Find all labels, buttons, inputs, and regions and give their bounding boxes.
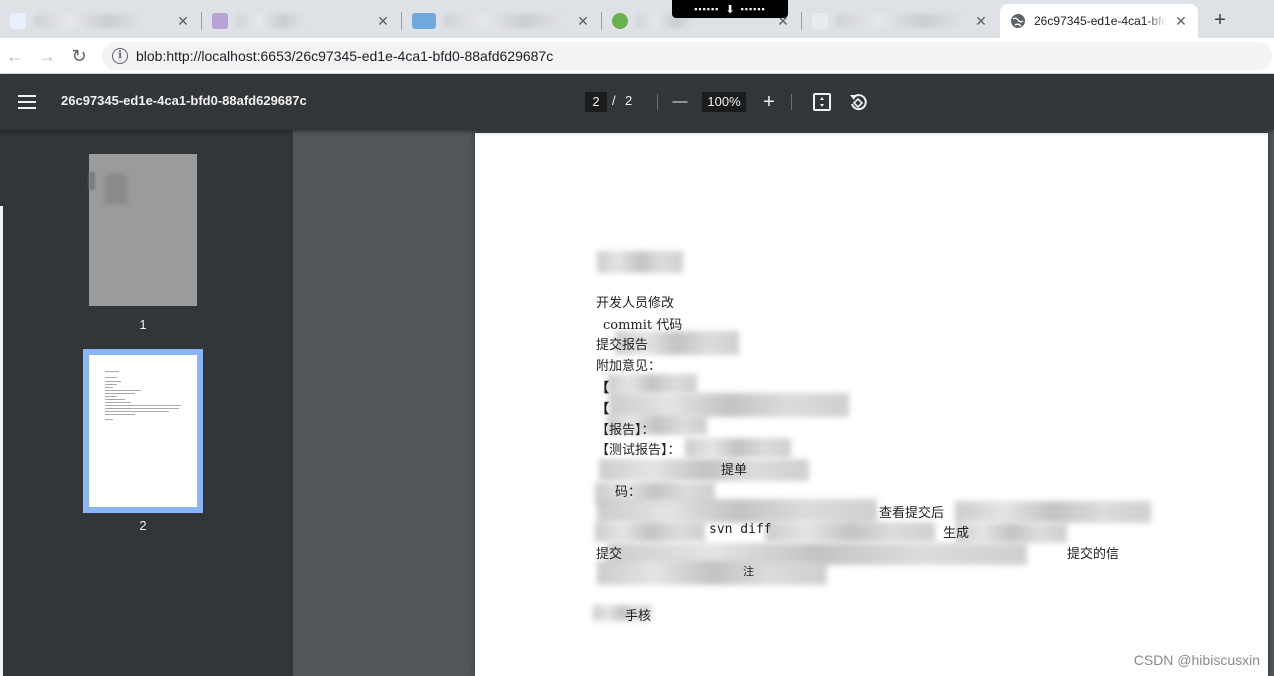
tab-favicon-icon bbox=[412, 13, 436, 29]
tab-title-redacted bbox=[236, 14, 306, 28]
redacted-region bbox=[955, 501, 1151, 523]
watermark: CSDN @hibiscusxin bbox=[1133, 652, 1260, 668]
page-separator: / bbox=[612, 93, 616, 108]
pdf-toolbar: 26c97345-ed1e-4ca1-bfd0-88afd629687c 2 /… bbox=[0, 74, 1274, 130]
doc-line: commit 代码 bbox=[603, 318, 683, 333]
tab-favicon-icon bbox=[10, 13, 26, 29]
tab-3[interactable]: ✕ bbox=[402, 4, 600, 38]
tab-title-redacted bbox=[836, 14, 966, 28]
page-number-input[interactable]: 2 bbox=[585, 92, 607, 112]
menu-icon[interactable] bbox=[18, 95, 36, 109]
doc-line: 【测试报告】： bbox=[596, 443, 681, 458]
doc-line: 【 bbox=[596, 381, 610, 396]
thumbnail-content bbox=[105, 174, 127, 204]
tab-favicon-icon bbox=[612, 13, 628, 29]
doc-line: 【 bbox=[596, 402, 610, 417]
zoom-in-icon[interactable]: + bbox=[756, 88, 782, 116]
redacted-region bbox=[597, 251, 683, 273]
download-icon: ⬇ bbox=[725, 3, 735, 16]
document-title: 26c97345-ed1e-4ca1-bfd0-88afd629687c bbox=[61, 93, 307, 108]
rotate-icon[interactable] bbox=[848, 92, 868, 112]
toolbar-divider bbox=[657, 94, 658, 110]
doc-line: 附加意见： bbox=[596, 359, 662, 374]
pdf-page-2[interactable]: 开发人员修改 commit 代码 提交报告 附加意见： 【 【 【报告】： 【测… bbox=[475, 133, 1268, 676]
browser-toolbar: ← → ↻ i blob:http://localhost:6653/26c97… bbox=[0, 38, 1274, 74]
thumbnail-content bbox=[89, 172, 95, 190]
new-tab-button[interactable]: + bbox=[1208, 8, 1232, 32]
globe-icon bbox=[1011, 14, 1025, 28]
tab-title-redacted bbox=[34, 14, 144, 28]
close-icon[interactable]: ✕ bbox=[574, 12, 592, 30]
page-thumbnail-2[interactable] bbox=[89, 355, 197, 507]
doc-line: 提交 bbox=[596, 547, 623, 562]
redacted-region bbox=[595, 522, 705, 542]
toolbar-divider bbox=[791, 94, 792, 110]
overlay-dots: ▪▪▪▪▪▪ bbox=[740, 4, 766, 14]
tab-favicon-icon bbox=[212, 13, 228, 29]
doc-line: svn diff bbox=[709, 522, 772, 537]
tab-favicon-icon bbox=[812, 13, 828, 29]
redacted-region bbox=[599, 459, 809, 481]
download-overlay[interactable]: ▪▪▪▪▪▪ ⬇ ▪▪▪▪▪▪ bbox=[672, 0, 788, 18]
forward-arrow-icon[interactable]: → bbox=[34, 43, 60, 69]
tab-title-redacted bbox=[444, 14, 564, 28]
reload-icon[interactable]: ↻ bbox=[66, 43, 92, 69]
redacted-region bbox=[765, 522, 935, 542]
close-icon[interactable]: ✕ bbox=[1172, 12, 1190, 30]
zoom-out-icon[interactable]: — bbox=[667, 88, 693, 116]
back-arrow-icon[interactable]: ← bbox=[2, 43, 28, 69]
fit-page-icon[interactable] bbox=[813, 93, 831, 111]
tab-5[interactable]: ✕ bbox=[802, 4, 998, 38]
tab-1[interactable]: ✕ bbox=[0, 4, 200, 38]
sidebar-edge bbox=[0, 206, 3, 676]
tab-2[interactable]: ✕ bbox=[202, 4, 400, 38]
doc-line: 提单 bbox=[721, 463, 748, 478]
doc-line: 查看提交后 bbox=[879, 506, 945, 521]
close-icon[interactable]: ✕ bbox=[374, 12, 392, 30]
page-total: 2 bbox=[625, 93, 633, 108]
redacted-region bbox=[685, 438, 791, 458]
doc-line: 生成 bbox=[943, 526, 970, 541]
doc-line: 码： bbox=[615, 485, 642, 500]
doc-line: 注 bbox=[743, 565, 754, 578]
info-icon[interactable]: i bbox=[112, 48, 128, 64]
doc-line: 提交报告 bbox=[596, 338, 649, 353]
close-icon[interactable]: ✕ bbox=[174, 12, 192, 30]
tab-strip: ✕ ✕ ✕ ✕ ✕ 26c97345-ed1e-4ca1-bfd0-88afd6… bbox=[0, 0, 1274, 38]
redacted-region bbox=[607, 374, 697, 394]
overlay-dots: ▪▪▪▪▪▪ bbox=[694, 4, 720, 14]
redacted-region bbox=[597, 499, 877, 523]
zoom-input[interactable]: 100% bbox=[702, 92, 746, 112]
thumbnail-label-1: 1 bbox=[139, 317, 147, 332]
doc-line: 提交的信 bbox=[1067, 547, 1120, 562]
redacted-region bbox=[955, 523, 1067, 543]
address-bar[interactable]: i blob:http://localhost:6653/26c97345-ed… bbox=[102, 42, 1272, 70]
url-text[interactable]: blob:http://localhost:6653/26c97345-ed1e… bbox=[136, 48, 553, 64]
thumbnail-label-2: 2 bbox=[139, 518, 147, 533]
redacted-region bbox=[609, 393, 849, 417]
doc-line: 【报告】： bbox=[596, 423, 655, 438]
doc-line: 开发人员修改 bbox=[596, 296, 675, 311]
tab-active[interactable]: 26c97345-ed1e-4ca1-bfd0-88afd629687c ✕ bbox=[1000, 4, 1198, 38]
doc-line: 手核 bbox=[625, 609, 652, 624]
close-icon[interactable]: ✕ bbox=[972, 12, 990, 30]
page-thumbnail-1[interactable] bbox=[89, 154, 197, 306]
redacted-region bbox=[597, 561, 827, 585]
active-tab-title: 26c97345-ed1e-4ca1-bfd0-88afd629687c bbox=[1034, 14, 1166, 28]
